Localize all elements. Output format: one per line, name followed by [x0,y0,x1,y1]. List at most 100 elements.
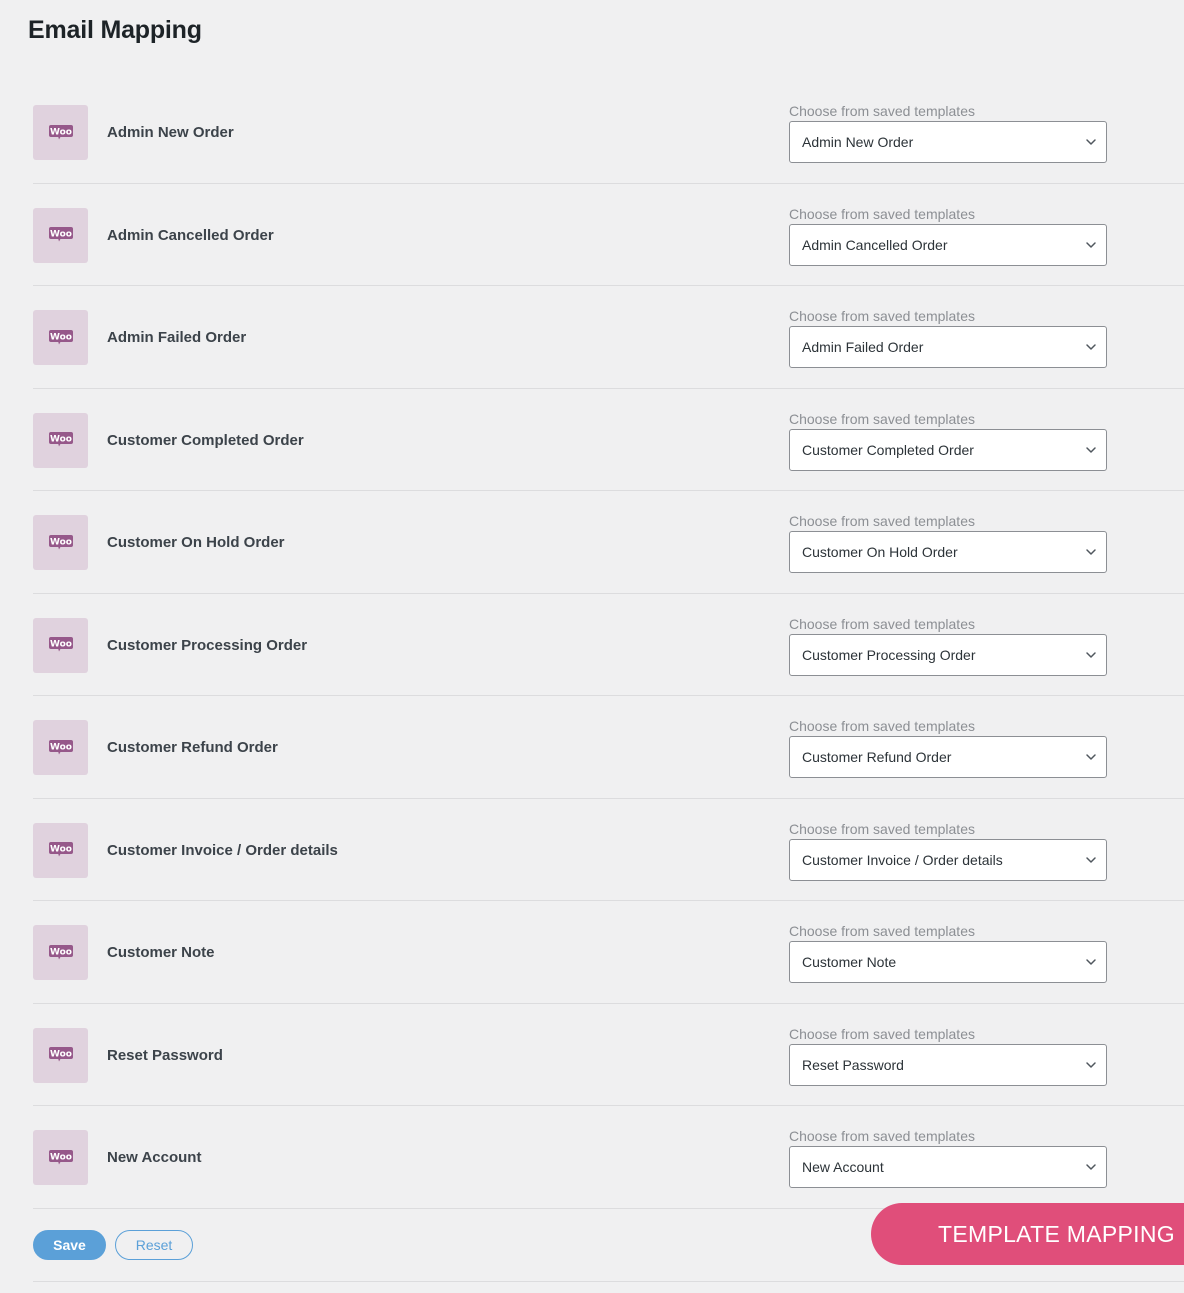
template-select-caption: Choose from saved templates [789,103,975,119]
mapping-row-3: Woo Customer Completed Order Choose from… [33,389,1184,491]
template-select[interactable]: Reset Password [789,1043,1107,1086]
email-type-label: Admin Failed Order [107,329,247,346]
template-select-value: Customer Completed Order [802,441,974,458]
template-select-caption: Choose from saved templates [789,718,975,734]
template-select-value: Customer Invoice / Order details [802,851,1003,868]
svg-text:Woo: Woo [50,537,72,547]
template-select-value: Customer On Hold Order [802,544,958,560]
chevron-down-icon [1086,754,1096,760]
woocommerce-logo-icon: Woo [33,617,88,673]
template-select-group: Choose from saved templates New Account [789,1128,1107,1188]
template-select[interactable]: Customer Invoice / Order details [789,838,1107,881]
template-select[interactable]: Customer Refund Order [789,736,1107,778]
svg-text:Woo: Woo [50,332,72,342]
template-select-group: Choose from saved templates Admin Cancel… [789,206,1107,266]
woocommerce-logo-icon: Woo [33,515,88,570]
template-select[interactable]: Customer Note [789,941,1107,983]
template-select-group: Choose from saved templates Customer Com… [789,411,1107,471]
chevron-down-icon [1086,1061,1096,1068]
mapping-row-2: Woo Admin Failed Order Choose from saved… [33,286,1184,389]
template-select-value: Customer Note [802,954,897,970]
template-select-caption: Choose from saved templates [789,205,975,222]
template-select-value: Customer Processing Order [802,646,976,663]
woocommerce-logo-icon: Woo [33,310,88,365]
email-mapping-list: Woo Admin New Order Choose from saved te… [33,81,1184,1209]
template-select-value: Admin Failed Order [802,339,924,355]
template-select-group: Choose from saved templates Admin Failed… [789,308,1107,368]
email-type-label: Customer Refund Order [107,739,278,756]
svg-text:Woo: Woo [50,845,72,855]
mapping-row-0: Woo Admin New Order Choose from saved te… [33,81,1184,184]
mapping-row-6: Woo Customer Refund Order Choose from sa… [33,696,1184,799]
email-type-label: Customer On Hold Order [107,534,285,551]
mapping-row-9: Woo Reset Password Choose from saved tem… [33,1004,1184,1106]
template-select-value: New Account [802,1159,884,1175]
email-type-label: New Account [107,1149,202,1166]
svg-text:Woo: Woo [50,947,72,957]
email-type-label: Reset Password [107,1046,223,1064]
chevron-down-icon [1086,549,1096,555]
chevron-down-icon [1086,959,1096,965]
svg-text:Woo: Woo [50,1152,72,1162]
email-type-label: Admin New Order [107,124,234,141]
email-type-label: Customer Invoice / Order details [107,841,338,859]
template-select[interactable]: Admin Failed Order [789,326,1107,368]
reset-button[interactable]: Reset [115,1230,193,1260]
template-select-caption: Choose from saved templates [789,923,975,939]
woocommerce-logo-icon: Woo [33,925,88,980]
email-type-label: Admin Cancelled Order [107,226,274,244]
template-select-group: Choose from saved templates Customer Not… [789,923,1107,983]
template-select-value: Customer Refund Order [802,749,952,765]
svg-text:Woo: Woo [50,435,72,445]
template-select-group: Choose from saved templates Customer On … [789,513,1107,573]
woocommerce-logo-icon: Woo [33,822,88,878]
template-select[interactable]: Customer Processing Order [789,633,1107,676]
woocommerce-logo-icon: Woo [33,412,88,468]
save-button[interactable]: Save [33,1230,106,1260]
template-select-caption: Choose from saved templates [789,1025,975,1042]
svg-text:Woo: Woo [50,640,72,650]
template-select[interactable]: Admin New Order [789,121,1107,163]
mapping-row-7: Woo Customer Invoice / Order details Cho… [33,799,1184,901]
template-select-group: Choose from saved templates Customer Ref… [789,718,1107,778]
svg-text:Woo: Woo [50,1050,72,1060]
page-title: Email Mapping [28,16,202,44]
chevron-down-icon [1086,651,1096,658]
template-select[interactable]: Customer On Hold Order [789,531,1107,573]
template-mapping-banner: TEMPLATE MAPPING [871,1203,1184,1265]
woocommerce-logo-icon: Woo [33,105,88,160]
svg-text:Woo: Woo [50,230,72,240]
svg-text:Woo: Woo [50,127,72,137]
template-select-group: Choose from saved templates Reset Passwo… [789,1026,1107,1086]
chevron-down-icon [1086,446,1096,453]
chevron-down-icon [1086,344,1096,350]
svg-text:Woo: Woo [50,742,72,752]
woocommerce-logo-icon: Woo [33,1027,88,1083]
template-select-group: Choose from saved templates Customer Pro… [789,616,1107,676]
template-select-caption: Choose from saved templates [789,513,975,529]
chevron-down-icon [1086,139,1096,145]
mapping-row-10: Woo New Account Choose from saved templa… [33,1106,1184,1209]
template-select-value: Reset Password [802,1056,904,1073]
email-type-label: Customer Processing Order [107,636,308,654]
template-select-caption: Choose from saved templates [789,1128,975,1144]
chevron-down-icon [1086,241,1096,248]
template-select-value: Admin Cancelled Order [802,236,948,253]
woocommerce-logo-icon: Woo [33,207,88,263]
woocommerce-logo-icon: Woo [33,720,88,775]
woocommerce-logo-icon: Woo [33,1130,88,1185]
mapping-row-8: Woo Customer Note Choose from saved temp… [33,901,1184,1004]
template-select[interactable]: New Account [789,1146,1107,1188]
template-select[interactable]: Admin Cancelled Order [789,223,1107,266]
chevron-down-icon [1086,856,1096,863]
mapping-row-5: Woo Customer Processing Order Choose fro… [33,594,1184,696]
template-select-caption: Choose from saved templates [789,615,975,632]
chevron-down-icon [1086,1164,1096,1170]
template-select-caption: Choose from saved templates [789,410,975,427]
email-type-label: Customer Note [107,944,215,961]
template-select-caption: Choose from saved templates [789,820,975,837]
email-mapping-page: Email Mapping Woo Admin New Order Choose… [0,0,1184,1293]
template-select-caption: Choose from saved templates [789,308,975,324]
template-select[interactable]: Customer Completed Order [789,428,1107,471]
template-select-group: Choose from saved templates Customer Inv… [789,821,1107,881]
